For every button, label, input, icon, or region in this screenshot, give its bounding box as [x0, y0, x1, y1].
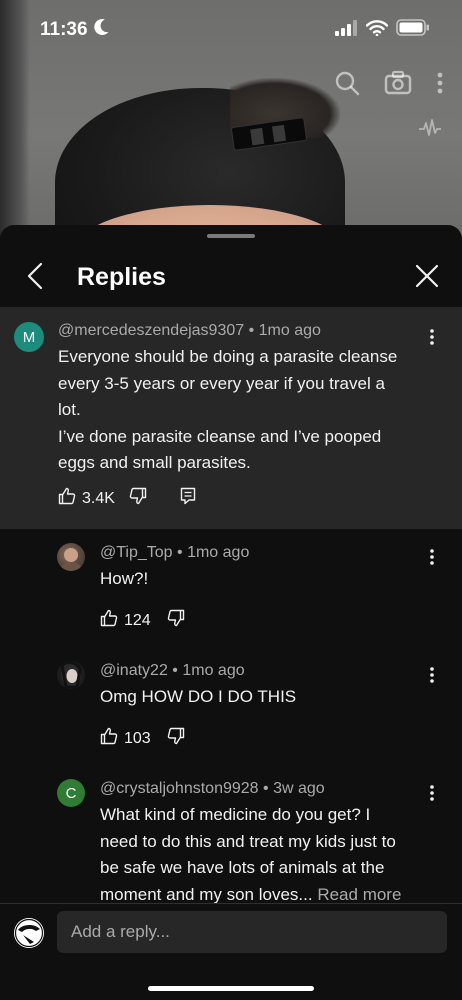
comment-line: need to do this and treat my kids just t…	[100, 831, 396, 851]
avatar[interactable]	[14, 918, 44, 948]
reply-button[interactable]	[180, 487, 196, 510]
comment-actions: 3.4K	[58, 487, 196, 510]
read-more-link[interactable]: Read more	[317, 885, 401, 904]
waveform-icon[interactable]	[418, 117, 442, 144]
thumbs-up-icon	[100, 727, 118, 750]
reply-bar	[0, 903, 462, 1000]
meta-separator: •	[263, 780, 274, 797]
home-indicator[interactable]	[148, 986, 314, 991]
video-overlay-controls	[334, 70, 444, 101]
status-bar: 11:36	[0, 0, 462, 60]
battery-icon	[396, 19, 430, 41]
meta-separator: •	[177, 544, 188, 561]
comment-actions: 103	[100, 727, 185, 750]
meta-separator: •	[172, 662, 183, 679]
dislike-button[interactable]	[129, 487, 147, 510]
comment-meta: @Tip_Top • 1mo ago	[100, 544, 249, 562]
comment-meta: @mercedeszendejas9307 • 1mo ago	[58, 322, 321, 340]
replies-sheet: Replies M @mercedeszendejas9307 • 1mo ag…	[0, 225, 462, 1000]
avatar[interactable]: M	[14, 322, 44, 352]
reply-item: @Tip_Top • 1mo ago How?! 124	[0, 535, 462, 645]
comment-line: What kind of medicine do you get? I	[100, 805, 371, 824]
like-button[interactable]: 3.4K	[58, 487, 115, 510]
comment-body: Omg HOW DO I DO THIS	[100, 684, 440, 711]
thumbs-up-icon	[58, 487, 76, 510]
thumbs-down-icon	[167, 609, 185, 632]
like-button[interactable]: 103	[100, 727, 151, 750]
comment-line: Everyone should be doing a parasite clea…	[58, 347, 398, 366]
dislike-button[interactable]	[167, 727, 185, 750]
sheet-title: Replies	[77, 263, 166, 291]
comment-author[interactable]: @crystaljohnston9928	[100, 780, 259, 797]
comment-line: Omg HOW DO I DO THIS	[100, 687, 297, 706]
reply-input[interactable]	[57, 911, 447, 953]
comment-author[interactable]: @Tip_Top	[100, 544, 173, 561]
like-count: 3.4K	[82, 489, 115, 507]
back-button[interactable]	[20, 262, 50, 295]
comment-actions: 124	[100, 609, 185, 632]
comment-author[interactable]: @mercedeszendejas9307	[58, 322, 244, 339]
comment-time: 3w ago	[273, 780, 325, 797]
thumbs-down-icon	[167, 727, 185, 750]
comment-line: every 3-5 years or every year if you tra…	[58, 373, 385, 393]
dislike-button[interactable]	[167, 609, 185, 632]
comment-time: 1mo ago	[258, 322, 321, 339]
comment-line: lot.	[58, 400, 81, 419]
camera-icon[interactable]	[384, 70, 412, 101]
comment-body: How?!	[100, 566, 440, 593]
meta-separator: •	[248, 322, 259, 339]
thumbs-down-icon	[129, 487, 147, 510]
more-vert-icon[interactable]	[436, 72, 444, 99]
cellular-signal-icon	[334, 19, 358, 41]
close-button[interactable]	[412, 263, 442, 293]
thumbs-up-icon	[100, 609, 118, 632]
comment-meta: @crystaljohnston9928 • 3w ago	[100, 780, 325, 798]
comment-body: Everyone should be doing a parasite clea…	[58, 344, 438, 477]
like-count: 103	[124, 729, 151, 747]
avatar[interactable]	[57, 543, 85, 571]
moon-icon	[93, 18, 110, 42]
comment-line: be safe we have lots of animals at the	[100, 858, 385, 877]
close-icon	[415, 264, 439, 293]
reply-item: @inaty22 • 1mo ago Omg HOW DO I DO THIS …	[0, 653, 462, 763]
comment-line: eggs and small parasites.	[58, 453, 251, 472]
avatar-letter: C	[65, 784, 77, 802]
comment-time: 1mo ago	[182, 662, 245, 679]
comment-time: 1mo ago	[187, 544, 250, 561]
comment-body: What kind of medicine do you get? I need…	[100, 802, 445, 908]
comment-line: I’ve done parasite cleanse and I’ve poop…	[58, 426, 382, 446]
comment-meta: @inaty22 • 1mo ago	[100, 662, 245, 680]
sheet-header: Replies	[0, 253, 462, 305]
search-icon[interactable]	[334, 70, 360, 101]
drag-handle[interactable]	[207, 234, 255, 238]
avatar[interactable]	[57, 661, 85, 689]
comment-icon	[180, 487, 196, 510]
comment-author[interactable]: @inaty22	[100, 662, 168, 679]
parent-comment: M @mercedeszendejas9307 • 1mo ago Everyo…	[0, 307, 462, 529]
avatar[interactable]: C	[57, 779, 85, 807]
like-count: 124	[124, 611, 151, 629]
status-time: 11:36	[40, 19, 88, 40]
comment-line-text: moment and my son loves...	[100, 884, 313, 904]
wifi-icon	[365, 19, 389, 41]
avatar-letter: M	[22, 328, 36, 346]
like-button[interactable]: 124	[100, 609, 151, 632]
chevron-left-icon	[27, 262, 43, 295]
comment-line: How?!	[100, 569, 149, 588]
reply-item: C @crystaljohnston9928 • 3w ago What kin…	[0, 771, 462, 911]
